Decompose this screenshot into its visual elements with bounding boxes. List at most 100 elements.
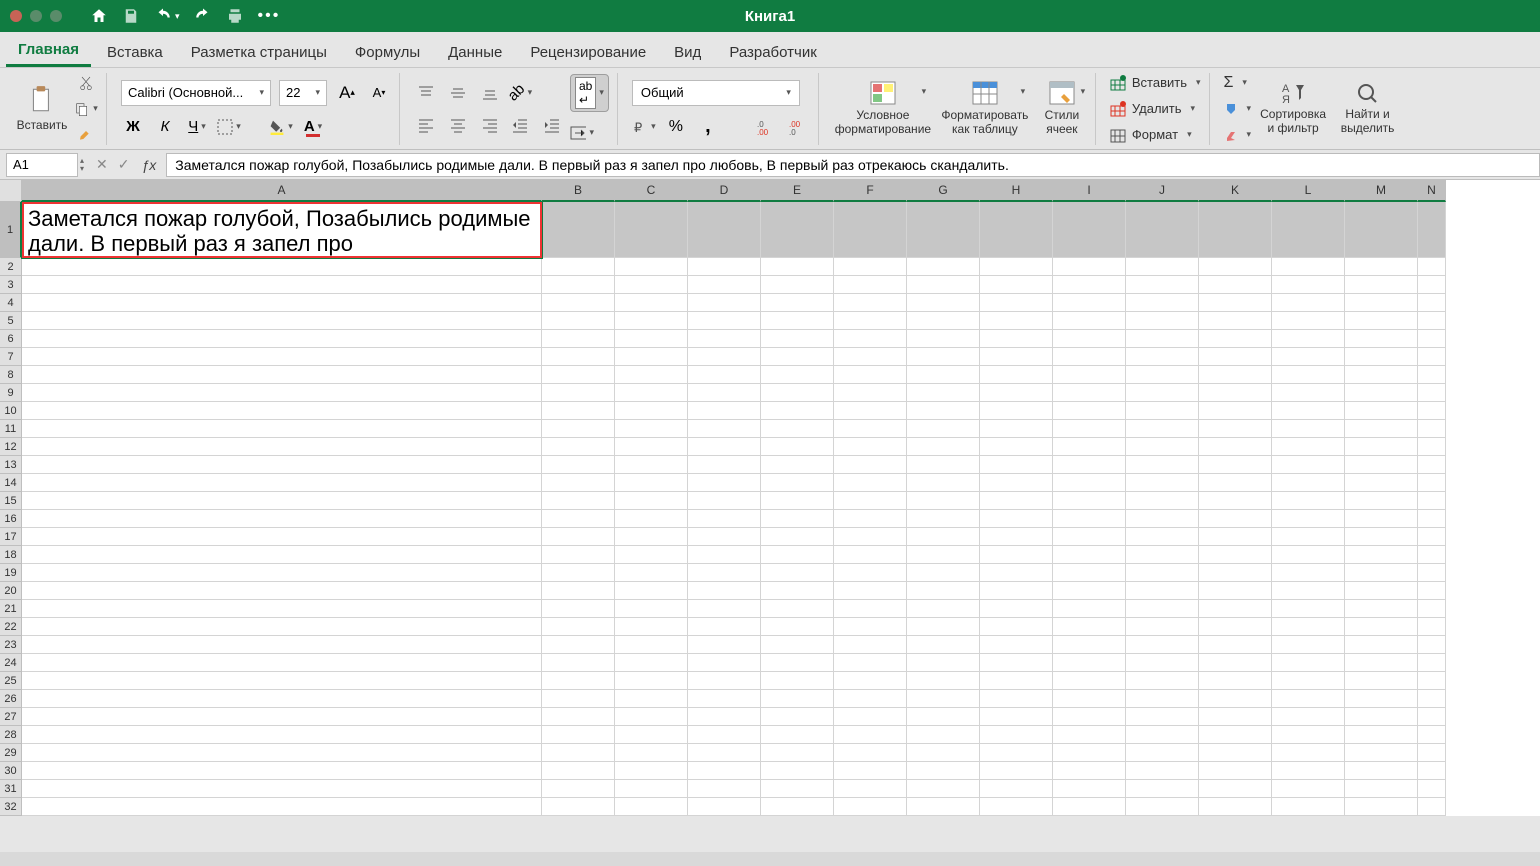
cell-B2[interactable] bbox=[542, 258, 615, 276]
cell-G20[interactable] bbox=[907, 582, 980, 600]
cell-B3[interactable] bbox=[542, 276, 615, 294]
cell-J3[interactable] bbox=[1126, 276, 1199, 294]
cell-L10[interactable] bbox=[1272, 402, 1345, 420]
cell-E20[interactable] bbox=[761, 582, 834, 600]
cell-M29[interactable] bbox=[1345, 744, 1418, 762]
merge-button[interactable]: ▾ bbox=[570, 122, 594, 144]
cell-B21[interactable] bbox=[542, 600, 615, 618]
cell-K28[interactable] bbox=[1199, 726, 1272, 744]
cell-H23[interactable] bbox=[980, 636, 1053, 654]
cell-G32[interactable] bbox=[907, 798, 980, 816]
cell-M13[interactable] bbox=[1345, 456, 1418, 474]
cell-B20[interactable] bbox=[542, 582, 615, 600]
cell-J17[interactable] bbox=[1126, 528, 1199, 546]
cell-N21[interactable] bbox=[1418, 600, 1446, 618]
cell-F19[interactable] bbox=[834, 564, 907, 582]
cell-A21[interactable] bbox=[22, 600, 542, 618]
cell-D27[interactable] bbox=[688, 708, 761, 726]
cell-E16[interactable] bbox=[761, 510, 834, 528]
fill-color-button[interactable]: ▾ bbox=[269, 116, 293, 138]
cell-I29[interactable] bbox=[1053, 744, 1126, 762]
cell-E30[interactable] bbox=[761, 762, 834, 780]
print-icon[interactable] bbox=[226, 7, 244, 25]
cell-C6[interactable] bbox=[615, 330, 688, 348]
cell-G23[interactable] bbox=[907, 636, 980, 654]
cell-F8[interactable] bbox=[834, 366, 907, 384]
cell-F6[interactable] bbox=[834, 330, 907, 348]
tab-главная[interactable]: Главная bbox=[6, 34, 91, 67]
cell-F21[interactable] bbox=[834, 600, 907, 618]
cell-L7[interactable] bbox=[1272, 348, 1345, 366]
row-header-32[interactable]: 32 bbox=[0, 798, 22, 816]
cell-B5[interactable] bbox=[542, 312, 615, 330]
cell-J23[interactable] bbox=[1126, 636, 1199, 654]
cell-E21[interactable] bbox=[761, 600, 834, 618]
col-header-H[interactable]: H bbox=[980, 180, 1053, 202]
autosum-button[interactable]: Σ▾ bbox=[1224, 72, 1252, 94]
cell-F13[interactable] bbox=[834, 456, 907, 474]
cell-L17[interactable] bbox=[1272, 528, 1345, 546]
cell-M25[interactable] bbox=[1345, 672, 1418, 690]
cell-B4[interactable] bbox=[542, 294, 615, 312]
cell-F15[interactable] bbox=[834, 492, 907, 510]
cell-L23[interactable] bbox=[1272, 636, 1345, 654]
cell-B7[interactable] bbox=[542, 348, 615, 366]
cell-K24[interactable] bbox=[1199, 654, 1272, 672]
paste-button[interactable]: Вставить bbox=[16, 75, 68, 143]
cell-M31[interactable] bbox=[1345, 780, 1418, 798]
cell-D11[interactable] bbox=[688, 420, 761, 438]
cell-A5[interactable] bbox=[22, 312, 542, 330]
cell-C27[interactable] bbox=[615, 708, 688, 726]
cell-G4[interactable] bbox=[907, 294, 980, 312]
cell-J31[interactable] bbox=[1126, 780, 1199, 798]
cell-E11[interactable] bbox=[761, 420, 834, 438]
home-icon[interactable] bbox=[90, 7, 108, 25]
align-top-icon[interactable] bbox=[414, 82, 438, 104]
cell-M9[interactable] bbox=[1345, 384, 1418, 402]
cell-J19[interactable] bbox=[1126, 564, 1199, 582]
cell-H5[interactable] bbox=[980, 312, 1053, 330]
formula-input[interactable]: Заметался пожар голубой, Позабылись роди… bbox=[166, 153, 1540, 177]
cell-G19[interactable] bbox=[907, 564, 980, 582]
cell-K11[interactable] bbox=[1199, 420, 1272, 438]
cell-F9[interactable] bbox=[834, 384, 907, 402]
cell-A6[interactable] bbox=[22, 330, 542, 348]
cell-N28[interactable] bbox=[1418, 726, 1446, 744]
cell-I10[interactable] bbox=[1053, 402, 1126, 420]
cell-H16[interactable] bbox=[980, 510, 1053, 528]
cell-B1[interactable] bbox=[542, 202, 615, 258]
cell-L27[interactable] bbox=[1272, 708, 1345, 726]
cell-D15[interactable] bbox=[688, 492, 761, 510]
row-header-25[interactable]: 25 bbox=[0, 672, 22, 690]
spreadsheet-grid[interactable]: ABCDEFGHIJKLMN1Заметался пожар голубой, … bbox=[0, 180, 1540, 816]
cell-N29[interactable] bbox=[1418, 744, 1446, 762]
cell-F29[interactable] bbox=[834, 744, 907, 762]
cell-H32[interactable] bbox=[980, 798, 1053, 816]
cell-N27[interactable] bbox=[1418, 708, 1446, 726]
cell-L9[interactable] bbox=[1272, 384, 1345, 402]
cell-C20[interactable] bbox=[615, 582, 688, 600]
wrap-text-button[interactable]: ab↵▾ bbox=[570, 74, 609, 112]
cell-L2[interactable] bbox=[1272, 258, 1345, 276]
cell-H20[interactable] bbox=[980, 582, 1053, 600]
cell-L6[interactable] bbox=[1272, 330, 1345, 348]
cell-E24[interactable] bbox=[761, 654, 834, 672]
cell-H18[interactable] bbox=[980, 546, 1053, 564]
cell-A1[interactable]: Заметался пожар голубой, Позабылись роди… bbox=[22, 202, 542, 258]
row-header-6[interactable]: 6 bbox=[0, 330, 22, 348]
col-header-A[interactable]: A bbox=[22, 180, 542, 202]
cell-L29[interactable] bbox=[1272, 744, 1345, 762]
cell-A3[interactable] bbox=[22, 276, 542, 294]
cell-A12[interactable] bbox=[22, 438, 542, 456]
cell-E15[interactable] bbox=[761, 492, 834, 510]
cell-H15[interactable] bbox=[980, 492, 1053, 510]
cell-E19[interactable] bbox=[761, 564, 834, 582]
cell-K15[interactable] bbox=[1199, 492, 1272, 510]
font-color-button[interactable]: А▾ bbox=[301, 116, 325, 138]
cell-D6[interactable] bbox=[688, 330, 761, 348]
cell-N32[interactable] bbox=[1418, 798, 1446, 816]
cell-F32[interactable] bbox=[834, 798, 907, 816]
cell-D9[interactable] bbox=[688, 384, 761, 402]
cell-I27[interactable] bbox=[1053, 708, 1126, 726]
cell-B8[interactable] bbox=[542, 366, 615, 384]
